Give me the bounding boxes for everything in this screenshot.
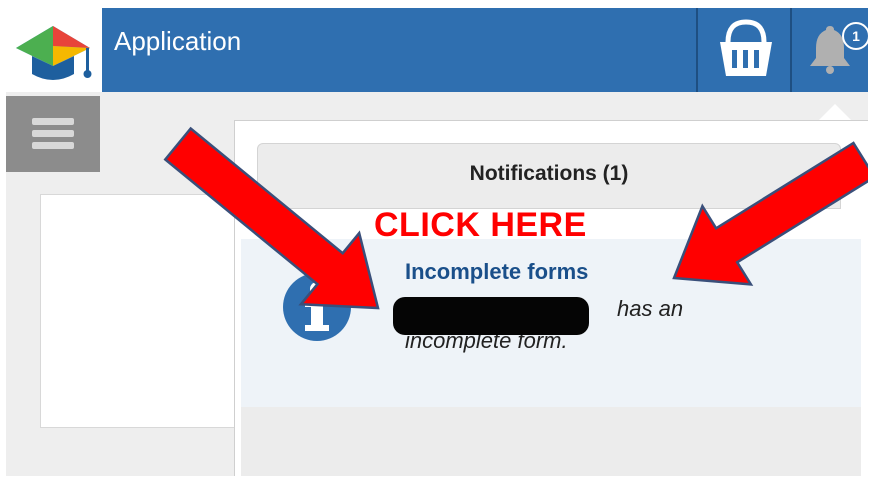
click-here-callout: CLICK HERE [374,206,587,244]
left-arrow [163,126,380,310]
app-window: Application 1 Notifications (1) Incomple… [6,8,868,476]
right-arrow [672,141,868,286]
